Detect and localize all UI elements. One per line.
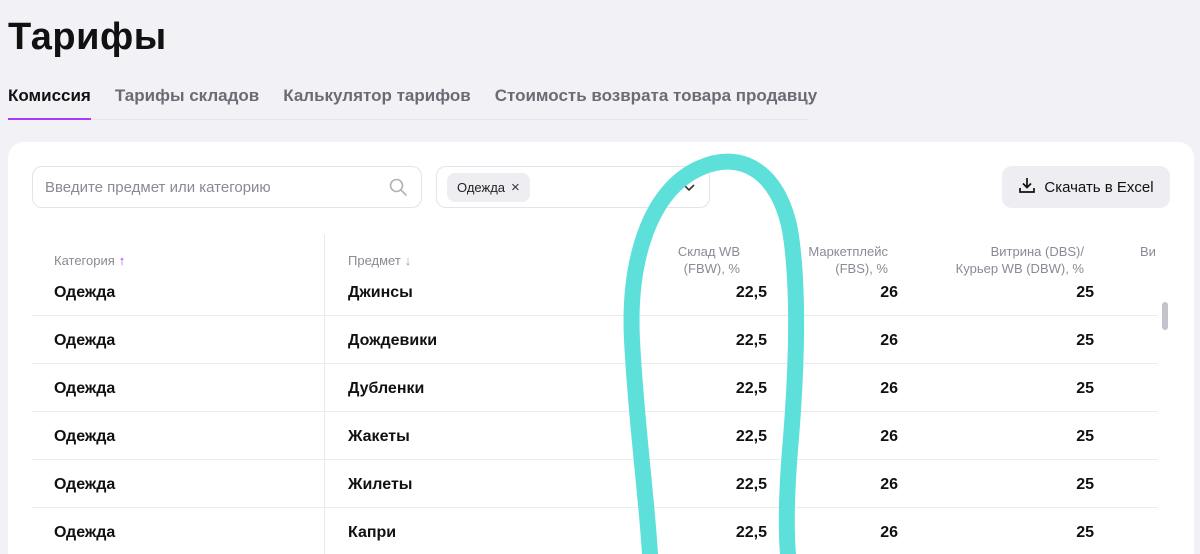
cell-category: Одежда	[54, 428, 116, 445]
table-row[interactable]: Одежда Дождевики 22,5 26 25	[32, 316, 1158, 364]
cell-fbs: 26	[880, 476, 898, 493]
close-icon[interactable]: ×	[511, 179, 520, 196]
download-excel-button[interactable]: Скачать в Excel	[1002, 166, 1170, 208]
cell-dbs: 25	[1076, 380, 1094, 397]
download-excel-label: Скачать в Excel	[1044, 178, 1154, 196]
download-icon	[1018, 176, 1036, 198]
cell-category: Одежда	[54, 332, 116, 349]
cell-category: Одежда	[54, 476, 116, 493]
search-input[interactable]	[45, 178, 387, 196]
tab-tariff-calculator[interactable]: Калькулятор тарифов	[283, 86, 470, 119]
table-row[interactable]: Одежда Жакеты 22,5 26 25	[32, 412, 1158, 460]
table-row[interactable]: Одежда Джинсы 22,5 26 25	[32, 272, 1158, 316]
table-row[interactable]: Одежда Жилеты 22,5 26 25	[32, 460, 1158, 508]
tab-return-cost[interactable]: Стоимость возврата товара продавцу	[495, 86, 817, 119]
filter-chip: Одежда ×	[447, 172, 530, 202]
cell-category: Одежда	[54, 380, 116, 397]
cell-subject: Дождевики	[348, 332, 438, 349]
vertical-scrollbar[interactable]	[1162, 302, 1168, 330]
header-fbw-line1: Склад WB	[677, 244, 740, 259]
tab-commission[interactable]: Комиссия	[8, 86, 91, 120]
cell-fbs: 26	[880, 332, 898, 349]
page-title: Тарифы	[8, 16, 167, 58]
cell-subject: Жилеты	[348, 476, 413, 493]
search-icon[interactable]	[387, 176, 409, 198]
search-box	[32, 166, 422, 208]
cell-dbs: 25	[1076, 524, 1094, 541]
cell-fbw: 22,5	[735, 476, 767, 493]
header-subject[interactable]: Предмет ↓	[348, 252, 411, 269]
cell-fbs: 26	[880, 524, 898, 541]
header-category[interactable]: Категория ↑	[54, 252, 125, 269]
tariffs-card: Одежда × Скачать в Excel Категория↑ Пред…	[8, 142, 1194, 554]
sort-up-icon: ↑	[118, 253, 126, 268]
cell-fbw: 22,5	[735, 284, 767, 301]
sort-down-icon: ↓	[404, 253, 412, 268]
header-fbs-line1: Маркетплейс	[808, 244, 888, 259]
header-category-label: Категория	[54, 253, 115, 268]
header-cut[interactable]: Ви	[1140, 243, 1156, 260]
cell-fbs: 26	[880, 284, 898, 301]
cell-fbw: 22,5	[735, 524, 767, 541]
category-filter[interactable]: Одежда ×	[436, 166, 710, 208]
cell-fbs: 26	[880, 428, 898, 445]
cell-dbs: 25	[1076, 284, 1094, 301]
cell-subject: Джинсы	[348, 284, 413, 301]
cell-subject: Капри	[348, 524, 397, 541]
filter-chip-label: Одежда	[457, 179, 506, 195]
cell-dbs: 25	[1076, 332, 1094, 349]
cell-category: Одежда	[54, 284, 116, 301]
cell-category: Одежда	[54, 524, 116, 541]
cell-fbs: 26	[880, 380, 898, 397]
header-subject-label: Предмет	[348, 253, 401, 268]
cell-fbw: 22,5	[735, 380, 767, 397]
cell-fbw: 22,5	[735, 428, 767, 445]
header-dbs-line1: Витрина (DBS)/	[990, 244, 1084, 259]
chevron-down-icon[interactable]	[679, 177, 699, 197]
cell-subject: Дубленки	[348, 380, 425, 397]
cell-fbw: 22,5	[735, 332, 767, 349]
table-row[interactable]: Одежда Дубленки 22,5 26 25	[32, 364, 1158, 412]
tab-warehouse-tariffs[interactable]: Тарифы складов	[115, 86, 259, 119]
table-row[interactable]: Одежда Капри 22,5 26 25	[32, 508, 1158, 554]
cell-subject: Жакеты	[348, 428, 410, 445]
cell-dbs: 25	[1076, 476, 1094, 493]
cell-dbs: 25	[1076, 428, 1094, 445]
tab-bar: Комиссия Тарифы складов Калькулятор тари…	[8, 86, 817, 120]
